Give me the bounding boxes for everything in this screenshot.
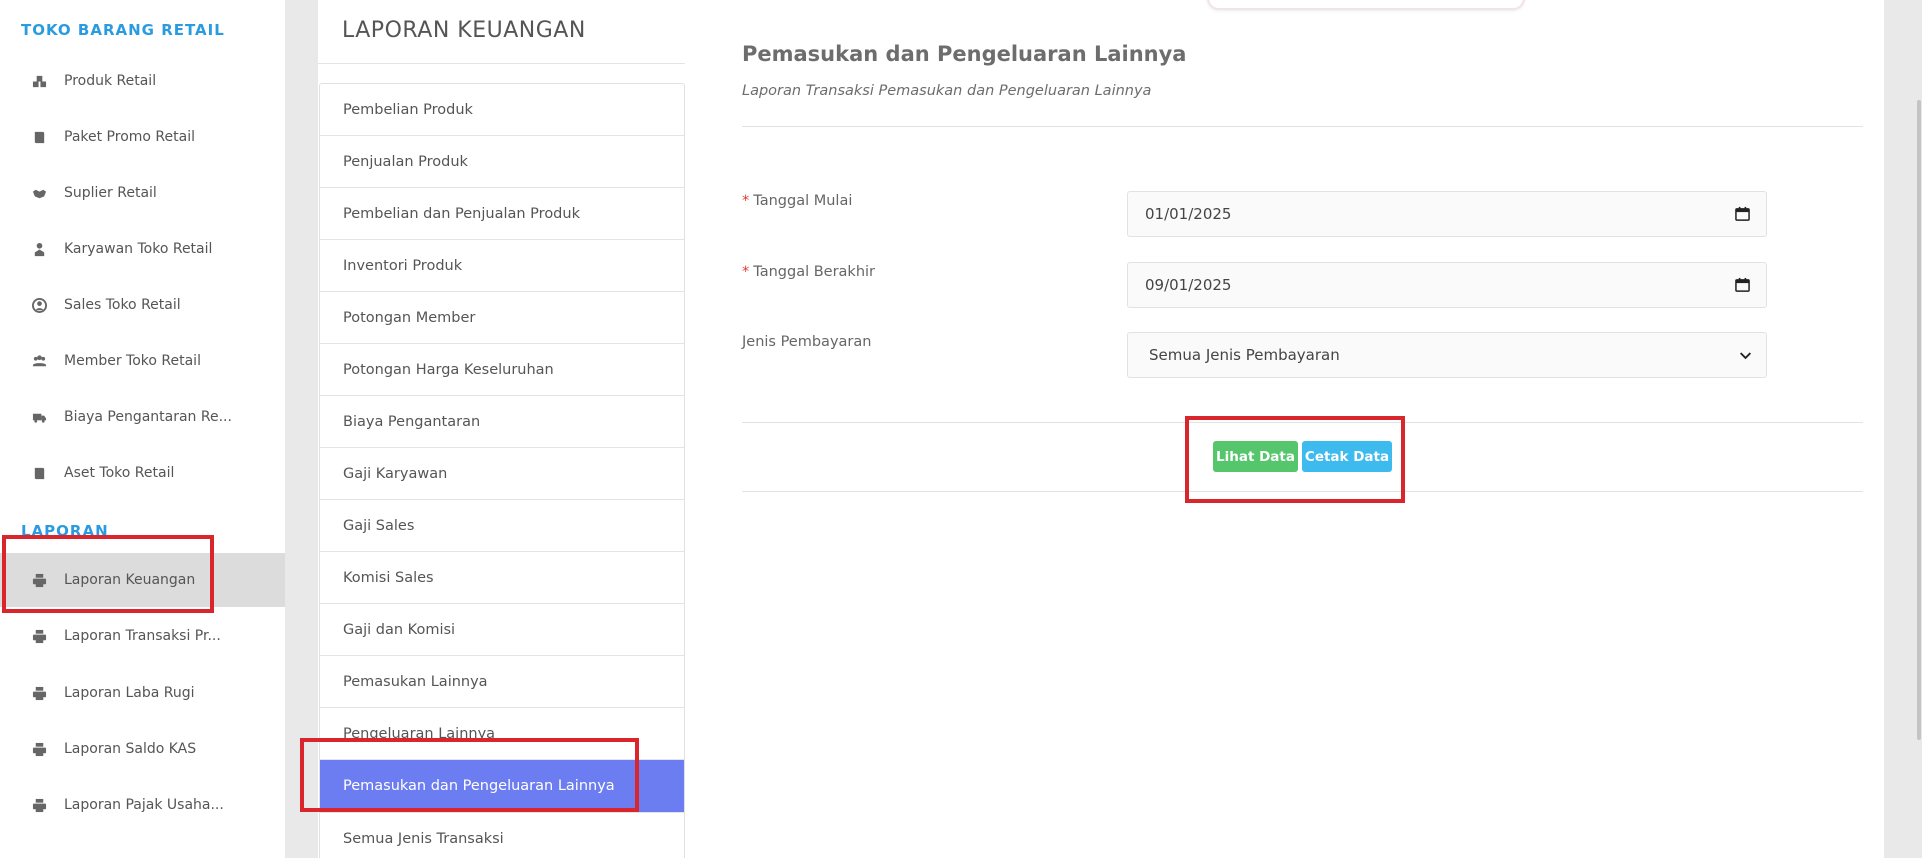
form-title: Pemasukan dan Pengeluaran Lainnya	[742, 42, 1187, 66]
print-icon	[30, 684, 48, 702]
sidebar-item-produk-retail[interactable]: Produk Retail	[0, 54, 285, 108]
report-menu-item[interactable]: Gaji dan Komisi	[320, 604, 684, 656]
sidebar-item-label: Laporan Saldo KAS	[64, 741, 197, 757]
sidebar-item-label: Biaya Pengantaran Re...	[64, 409, 232, 425]
cubes-icon	[30, 72, 48, 90]
sidebar-item-label: Laporan Transaksi Pr...	[64, 628, 221, 644]
calendar-icon[interactable]	[1735, 206, 1750, 221]
sidebar-item-label: Karyawan Toko Retail	[64, 241, 213, 257]
sidebar-item-paket-promo-retail[interactable]: Paket Promo Retail	[0, 110, 285, 164]
sidebar-section-retail: TOKO BARANG RETAIL	[21, 21, 225, 39]
report-menu-item[interactable]: Potongan Harga Keseluruhan	[320, 344, 684, 396]
sidebar-item-member-toko-retail[interactable]: Member Toko Retail	[0, 334, 285, 388]
sidebar-item-label: Laporan Pajak Usaha...	[64, 797, 224, 813]
report-menu-title: LAPORAN KEUANGAN	[342, 18, 586, 43]
end-date-input[interactable]: 09/01/2025	[1127, 262, 1767, 308]
report-menu-item[interactable]: Gaji Sales	[320, 500, 684, 552]
start-date-input[interactable]: 01/01/2025	[1127, 191, 1767, 237]
print-icon	[30, 627, 48, 645]
payment-type-label: Jenis Pembayaran	[742, 334, 872, 350]
report-menu-item[interactable]: Pembelian dan Penjualan Produk	[320, 188, 684, 240]
report-menu-item[interactable]: Potongan Member	[320, 292, 684, 344]
users-icon	[30, 352, 48, 370]
sidebar-item-label: Laporan Laba Rugi	[64, 685, 195, 701]
sidebar-item-label: Member Toko Retail	[64, 353, 201, 369]
report-menu-item[interactable]: Gaji Karyawan	[320, 448, 684, 500]
sidebar-item-label: Paket Promo Retail	[64, 129, 195, 145]
top-tab-edge	[1207, 0, 1525, 10]
report-menu-item[interactable]: Pembelian Produk	[320, 84, 684, 136]
payment-type-select[interactable]: Semua Jenis Pembayaran	[1127, 332, 1767, 378]
sidebar-item-laporan-saldo-kas[interactable]: Laporan Saldo KAS	[0, 722, 285, 776]
sidebar-item-aset-toko-retail[interactable]: Aset Toko Retail	[0, 446, 285, 500]
sidebar-item-laporan-pajak-usaha[interactable]: Laporan Pajak Usaha...	[0, 778, 285, 832]
report-menu-item[interactable]: Penjualan Produk	[320, 136, 684, 188]
required-mark: *	[742, 193, 750, 209]
calendar-icon[interactable]	[1735, 277, 1750, 292]
sidebar-item-label: Sales Toko Retail	[64, 297, 181, 313]
form-subtitle: Laporan Transaksi Pemasukan dan Pengelua…	[742, 83, 1152, 99]
report-menu-item[interactable]: Komisi Sales	[320, 552, 684, 604]
report-menu-item[interactable]: Inventori Produk	[320, 240, 684, 292]
divider	[318, 63, 685, 64]
highlight-box-menu	[300, 738, 639, 812]
sidebar-item-biaya-pengantaran-retail[interactable]: Biaya Pengantaran Re...	[0, 390, 285, 444]
start-date-label: * Tanggal Mulai	[742, 193, 853, 209]
scrollbar-thumb[interactable]	[1917, 100, 1921, 740]
sidebar-item-label: Aset Toko Retail	[64, 465, 175, 481]
report-menu-item[interactable]: Semua Jenis Transaksi	[320, 813, 684, 858]
print-icon	[30, 796, 48, 814]
user-circle-icon	[30, 296, 48, 314]
sidebar-item-label: Produk Retail	[64, 73, 157, 89]
user-tie-icon	[30, 240, 48, 258]
report-menu-item[interactable]: Biaya Pengantaran	[320, 396, 684, 448]
report-menu-item[interactable]: Pemasukan Lainnya	[320, 656, 684, 708]
chevron-down-icon	[1739, 352, 1752, 360]
book-icon	[30, 128, 48, 146]
sidebar-item-sales-toko-retail[interactable]: Sales Toko Retail	[0, 278, 285, 332]
end-date-label: * Tanggal Berakhir	[742, 264, 876, 280]
truck-icon	[30, 408, 48, 426]
sidebar-item-laporan-transaksi[interactable]: Laporan Transaksi Pr...	[0, 609, 285, 663]
print-icon	[30, 740, 48, 758]
divider	[742, 126, 1863, 127]
sidebar: TOKO BARANG RETAIL Produk Retail Paket P…	[0, 0, 285, 858]
sidebar-item-suplier-retail[interactable]: Suplier Retail	[0, 166, 285, 220]
sidebar-item-karyawan-toko-retail[interactable]: Karyawan Toko Retail	[0, 222, 285, 276]
highlight-box-buttons	[1185, 416, 1405, 503]
sidebar-item-laporan-laba-rugi[interactable]: Laporan Laba Rugi	[0, 666, 285, 720]
required-mark: *	[742, 264, 750, 280]
book-icon	[30, 464, 48, 482]
handshake-icon	[30, 184, 48, 202]
sidebar-item-label: Suplier Retail	[64, 185, 157, 201]
highlight-box-sidebar	[2, 535, 214, 613]
